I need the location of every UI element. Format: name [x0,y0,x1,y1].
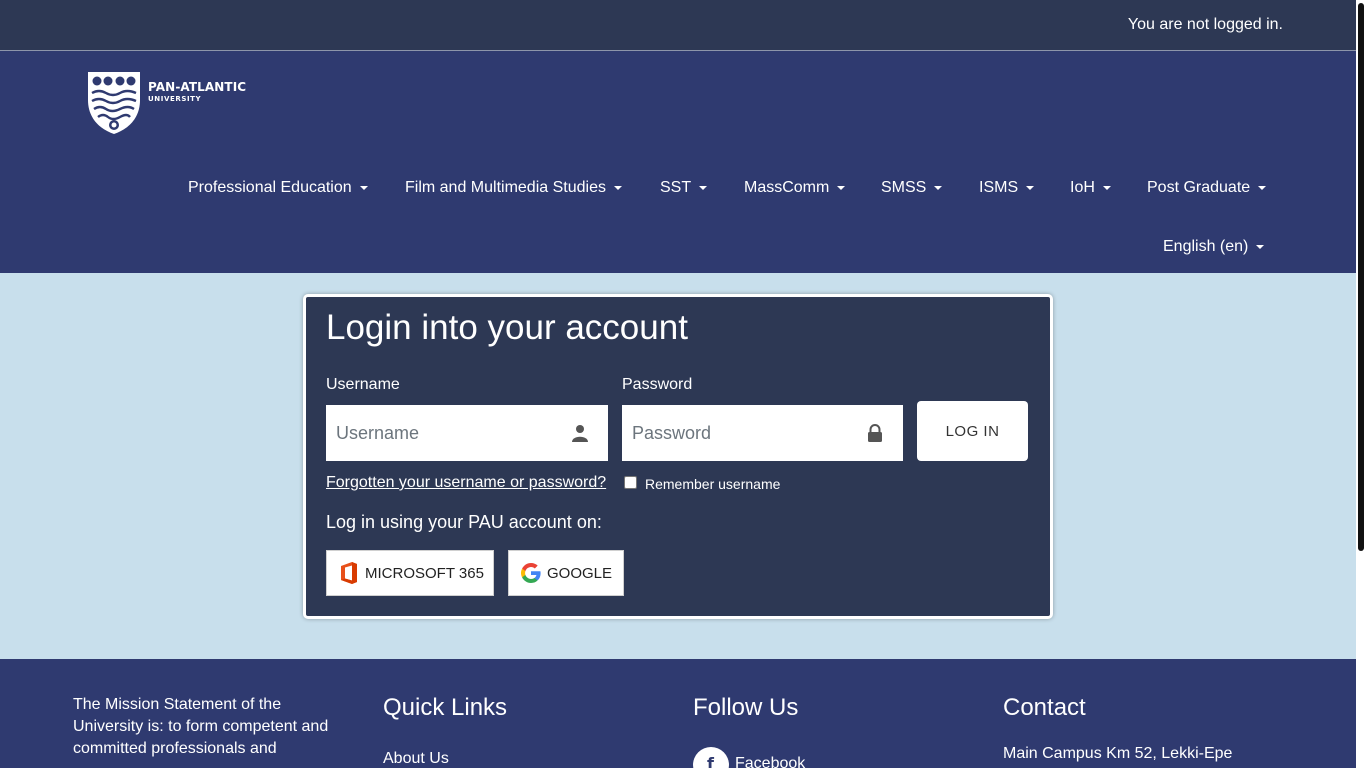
nav-label: Post Graduate [1147,179,1251,196]
microsoft-label: MICROSOFT 365 [365,564,484,582]
google-button[interactable]: GOOGLE [508,550,624,596]
quick-links-heading: Quick Links [383,694,508,721]
footer-link-about-us[interactable]: About Us [383,750,449,768]
password-field-wrapper [622,405,903,461]
caret-down-icon [837,186,846,190]
username-label: Username [326,376,400,393]
nav-label: Professional Education [188,179,352,196]
login-status: You are not logged in. [1127,16,1283,33]
site-header: PAN-ATLANTIC UNIVERSITY Professional Edu… [0,51,1356,273]
nav-label: Film and Multimedia Studies [405,179,606,196]
nav-ioh[interactable]: IoH [1070,178,1111,198]
nav-label: SMSS [881,179,927,196]
nav-label: SST [660,179,692,196]
scrollbar-thumb[interactable] [1358,3,1364,551]
user-icon [572,425,588,442]
lock-icon [868,424,882,442]
forgot-password-link[interactable]: Forgotten your username or password? [326,474,606,492]
logo-name: PAN-ATLANTIC [148,80,247,94]
nav-professional-education[interactable]: Professional Education [188,178,368,198]
contact-heading: Contact [1003,694,1086,721]
language-label: English (en) [1163,238,1249,255]
caret-down-icon [1026,186,1035,190]
username-input[interactable] [326,405,608,461]
google-icon [521,563,541,583]
follow-us-heading: Follow Us [693,694,799,721]
footer-link-facebook[interactable]: Facebook [735,755,805,768]
caret-down-icon [934,186,943,190]
caret-down-icon [699,186,708,190]
nav-label: ISMS [979,179,1019,196]
remember-username-checkbox[interactable] [624,476,637,489]
nav-label: IoH [1070,179,1095,196]
remember-username-label[interactable]: Remember username [645,476,780,492]
nav-masscomm[interactable]: MassComm [744,178,846,198]
nav-isms[interactable]: ISMS [979,178,1035,198]
nav-film-multimedia[interactable]: Film and Multimedia Studies [405,178,622,198]
nav-smss[interactable]: SMSS [881,178,943,198]
contact-address: Main Campus Km 52, Lekki-Epe [1003,745,1233,762]
logo-subtitle: UNIVERSITY [148,95,202,103]
password-input[interactable] [622,405,903,461]
login-title: Login into your account [326,308,688,347]
username-field-wrapper [326,405,608,461]
university-crest-icon [88,72,140,134]
sso-lead-text: Log in using your PAU account on: [326,512,602,532]
nav-post-graduate[interactable]: Post Graduate [1147,178,1267,198]
login-card: Login into your account Username Passwor… [303,294,1053,619]
caret-down-icon [359,186,368,190]
caret-down-icon [1258,186,1267,190]
site-footer: The Mission Statement of the University … [0,659,1356,768]
office-icon [341,562,357,584]
caret-down-icon [1256,245,1265,249]
caret-down-icon [1102,186,1111,190]
language-selector[interactable]: English (en) [1163,237,1265,257]
university-logo[interactable]: PAN-ATLANTIC UNIVERSITY [86,70,246,136]
google-label: GOOGLE [547,564,613,582]
password-label: Password [622,376,693,393]
mission-statement: The Mission Statement of the University … [73,696,329,757]
microsoft-365-button[interactable]: MICROSOFT 365 [326,550,494,596]
page-scrollbar[interactable] [1356,0,1366,768]
nav-sst[interactable]: SST [660,178,708,198]
nav-label: MassComm [744,179,830,196]
login-button[interactable]: LOG IN [917,401,1028,461]
caret-down-icon [613,186,622,190]
facebook-icon[interactable]: f [693,747,729,768]
top-bar: You are not logged in. [0,0,1356,51]
